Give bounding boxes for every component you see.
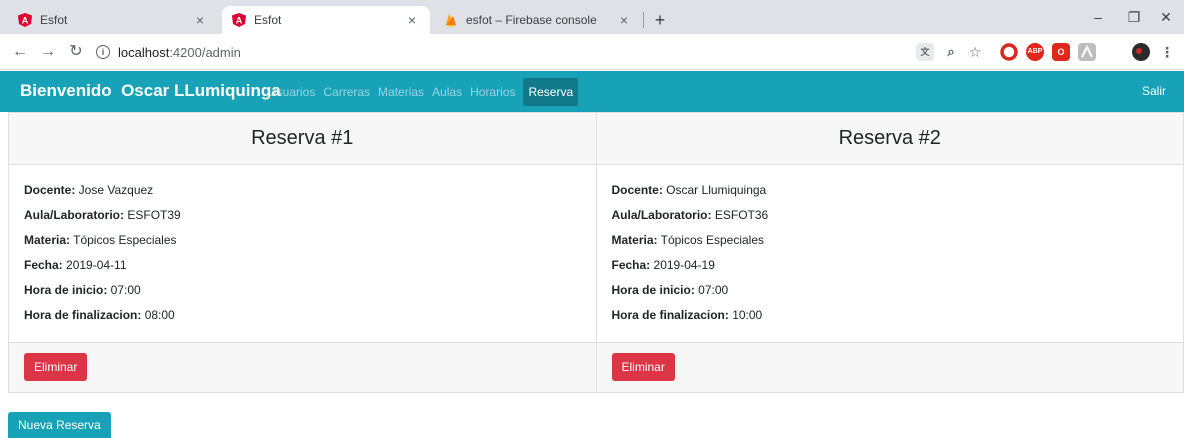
browser-tab-strip: A Esfot × A Esfot × esfot – Firebase con… [0, 0, 1184, 34]
tab-separator [643, 12, 644, 28]
aula-row: Aula/Laboratorio: ESFOT36 [612, 207, 1169, 232]
tab-title: Esfot [254, 13, 404, 27]
back-icon[interactable]: ← [8, 40, 32, 64]
url-path: :4200/admin [169, 45, 241, 60]
hora-inicio-row: Hora de inicio: 07:00 [612, 282, 1169, 307]
nav-link-aulas[interactable]: Aulas [428, 78, 466, 106]
angular-icon: A [18, 13, 32, 27]
delete-button[interactable]: Eliminar [24, 353, 87, 381]
office-icon[interactable]: O [1052, 43, 1070, 61]
nav-link-reserva[interactable]: Reserva [523, 78, 578, 106]
delete-button[interactable]: Eliminar [612, 353, 675, 381]
nav-link-usuarios[interactable]: Usuarios [264, 78, 319, 106]
url-host: localhost [118, 45, 169, 60]
reservations-grid: Reserva #1 Docente: Jose Vazquez Aula/La… [8, 112, 1184, 393]
card-body: Docente: Jose Vazquez Aula/Laboratorio: … [9, 165, 596, 342]
browser-tab-3[interactable]: esfot – Firebase console × [434, 6, 642, 34]
card-title: Reserva #1 [9, 113, 596, 165]
hora-inicio-row: Hora de inicio: 07:00 [24, 282, 581, 307]
hora-fin-row: Hora de finalizacion: 10:00 [612, 307, 1169, 332]
tab-title: Esfot [40, 13, 192, 27]
new-tab-button[interactable]: + [648, 8, 672, 32]
brand-welcome: Bienvenido Oscar LLumiquinga [20, 81, 281, 101]
tab-title: esfot – Firebase console [466, 13, 616, 27]
adblock-icon[interactable]: ABP [1026, 43, 1044, 61]
translate-icon[interactable]: 文 [916, 43, 934, 61]
materia-row: Materia: Tópicos Especiales [24, 232, 581, 257]
menu-icon[interactable]: ⋮ [1158, 43, 1176, 61]
browser-toolbar: ← → ↻ i localhost:4200/admin 文 ⌕ ☆ ABP O… [0, 34, 1184, 70]
close-tab-icon[interactable]: × [192, 12, 208, 28]
reservation-card: Reserva #2 Docente: Oscar Llumiquinga Au… [597, 112, 1184, 393]
svg-text:A: A [236, 16, 243, 26]
address-bar[interactable]: i localhost:4200/admin [96, 40, 976, 64]
close-tab-icon[interactable]: × [616, 12, 632, 28]
pdf-icon[interactable] [1078, 43, 1096, 61]
close-tab-icon[interactable]: × [404, 12, 420, 28]
card-body: Docente: Oscar Llumiquinga Aula/Laborato… [597, 165, 1184, 342]
fecha-row: Fecha: 2019-04-11 [24, 257, 581, 282]
forward-icon[interactable]: → [36, 40, 60, 64]
docente-row: Docente: Oscar Llumiquinga [612, 182, 1169, 207]
docente-row: Docente: Jose Vazquez [24, 182, 581, 207]
angular-icon: A [232, 13, 246, 27]
app-navbar: Bienvenido Oscar LLumiquinga Usuarios Ca… [0, 71, 1184, 112]
nav-links: Usuarios Carreras Materias Aulas Horario… [264, 78, 578, 106]
svg-text:A: A [22, 16, 29, 26]
info-icon[interactable]: i [96, 45, 110, 59]
minimize-button[interactable]: – [1080, 4, 1116, 30]
new-reservation-button[interactable]: Nueva Reserva [8, 412, 111, 438]
browser-tab-1[interactable]: A Esfot × [8, 6, 218, 34]
opera-icon[interactable] [1000, 43, 1018, 61]
browser-tab-2[interactable]: A Esfot × [222, 6, 430, 34]
card-footer: Eliminar [9, 342, 596, 392]
reload-icon[interactable]: ↻ [64, 40, 88, 64]
aula-row: Aula/Laboratorio: ESFOT39 [24, 207, 581, 232]
card-footer: Eliminar [597, 342, 1184, 392]
firebase-icon [444, 13, 458, 27]
zoom-icon[interactable]: ⌕ [942, 43, 960, 61]
close-window-button[interactable]: ✕ [1148, 4, 1184, 30]
fecha-row: Fecha: 2019-04-19 [612, 257, 1169, 282]
nav-link-carreras[interactable]: Carreras [319, 78, 374, 106]
star-icon[interactable]: ☆ [966, 43, 984, 61]
nav-link-horarios[interactable]: Horarios [466, 78, 519, 106]
hora-fin-row: Hora de finalizacion: 08:00 [24, 307, 581, 332]
restore-button[interactable]: ❐ [1116, 4, 1152, 30]
nav-link-materias[interactable]: Materias [374, 78, 428, 106]
materia-row: Materia: Tópicos Especiales [612, 232, 1169, 257]
card-title: Reserva #2 [597, 113, 1184, 165]
logout-link[interactable]: Salir [1142, 84, 1166, 98]
reservation-card: Reserva #1 Docente: Jose Vazquez Aula/La… [8, 112, 597, 393]
avatar-icon[interactable] [1132, 43, 1150, 61]
